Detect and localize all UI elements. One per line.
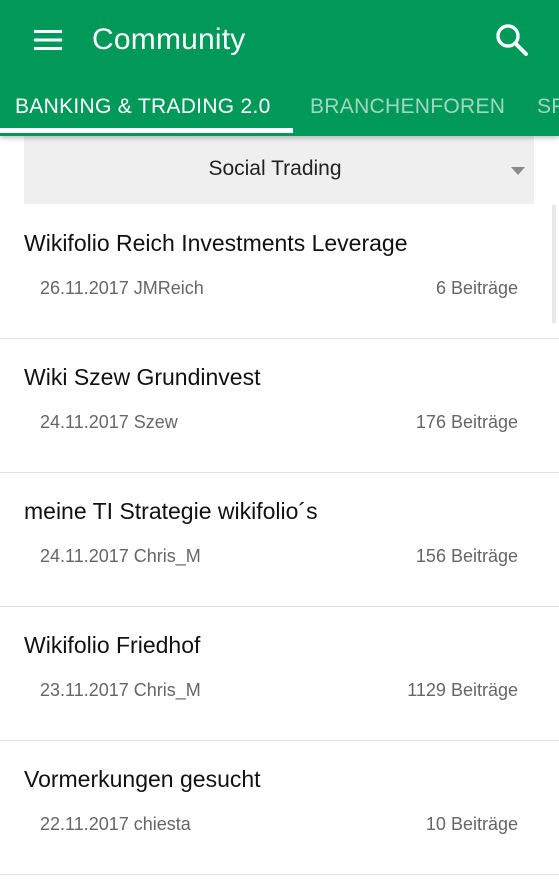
thread-row[interactable]: Wikifolio Friedhof 23.11.2017 Chris_M 11… [0,607,559,741]
page-title: Community [92,23,246,56]
thread-title: Wikifolio Reich Investments Leverage [24,230,408,256]
search-button[interactable] [484,12,540,68]
tab-branchenforen[interactable]: BRANCHENFOREN [310,80,505,136]
thread-meta: 24.11.2017 Chris_M [40,543,201,569]
thread-post-count: 156 Beiträge [415,546,518,566]
thread-row[interactable]: Vormerkungen gesucht 22.11.2017 chiesta … [0,741,559,875]
thread-title: Vormerkungen gesucht [24,766,261,792]
thread-list: Wikifolio Reich Investments Leverage 26.… [0,205,559,875]
thread-author: JMReich [133,278,204,298]
active-tab-indicator [0,128,293,133]
thread-row[interactable]: Wiki Szew Grundinvest 24.11.2017 Szew 17… [0,339,559,473]
hamburger-menu-icon [34,30,62,50]
thread-author: Chris_M [133,680,201,700]
thread-meta: 23.11.2017 Chris_M [40,677,201,703]
thread-meta: 22.11.2017 chiesta [40,811,191,837]
app-header: Community BANKING & TRADING 2.0 BRANCHEN… [0,0,559,136]
thread-row[interactable]: Wikifolio Reich Investments Leverage 26.… [0,205,559,339]
category-dropdown-value: Social Trading [208,157,342,180]
tab-sp[interactable]: SP [537,80,559,136]
category-dropdown[interactable]: Social Trading [24,136,534,204]
thread-post-count: 176 Beiträge [415,412,518,432]
thread-author: chiesta [133,814,191,834]
thread-title: Wikifolio Friedhof [24,632,201,658]
thread-title: Wiki Szew Grundinvest [24,364,261,390]
toolbar: Community [0,0,559,80]
thread-row[interactable]: meine TI Strategie wikifolio´s 24.11.201… [0,473,559,607]
thread-meta: 24.11.2017 Szew [40,409,178,435]
thread-author: Chris_M [133,546,201,566]
thread-date: 22.11.2017 [40,814,129,834]
thread-date: 24.11.2017 [40,546,129,566]
scrollbar[interactable] [552,205,556,323]
dropdown-caret-icon [511,167,525,175]
search-icon [496,24,528,56]
thread-date: 26.11.2017 [40,278,129,298]
menu-button[interactable] [18,12,78,68]
thread-author: Szew [133,412,178,432]
thread-meta: 26.11.2017 JMReich [40,275,204,301]
thread-post-count: 10 Beiträge [425,814,518,834]
thread-post-count: 6 Beiträge [435,278,518,298]
thread-post-count: 1129 Beiträge [407,680,518,700]
thread-date: 23.11.2017 [40,680,129,700]
thread-date: 24.11.2017 [40,412,129,432]
thread-title: meine TI Strategie wikifolio´s [24,498,318,524]
